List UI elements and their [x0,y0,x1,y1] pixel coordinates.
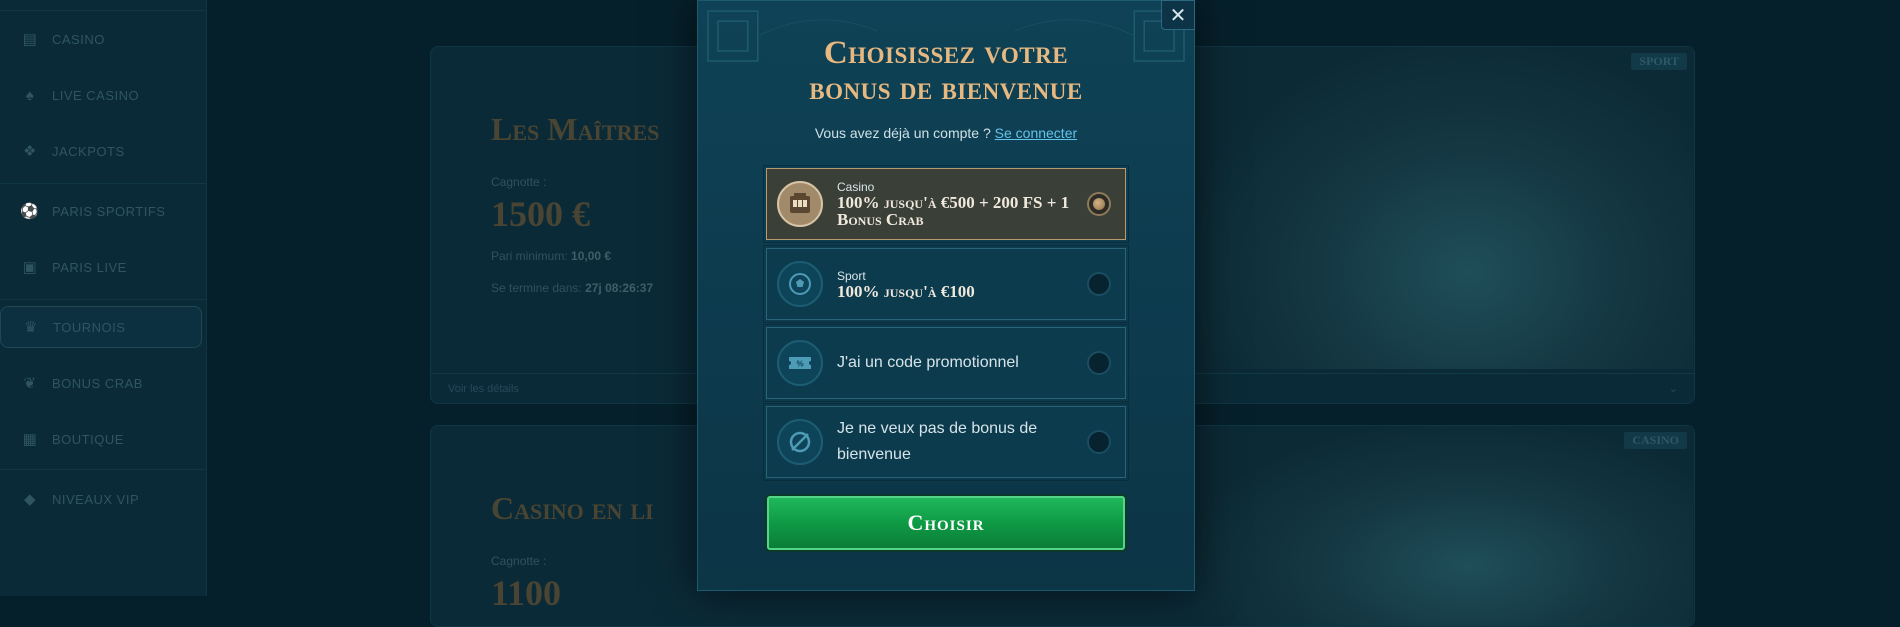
pot-value: 1100 [491,573,562,613]
sidebar-item-boutique[interactable]: ▦ BOUTIQUE [0,418,204,460]
sidebar-item-paris-sportifs[interactable]: ⚽ PARIS SPORTIFS [0,190,204,232]
tournament-title: Casino en li [491,490,654,526]
details-link-label: Voir les détails [448,383,519,395]
sidebar-item-label: NIVEAUX VIP [52,491,140,507]
promo-ticket-icon: % [777,340,823,386]
sidebar-divider [0,183,206,184]
slot-machine-icon [777,181,823,227]
live-tv-icon: ▣ [22,259,38,276]
min-bet-value: 10,00 € [571,249,612,263]
sidebar-item-label: BONUS CRAB [52,375,143,391]
chevron-down-icon: ⌄ [1668,383,1678,395]
option-text: J'ai un code promotionnel [837,350,1075,376]
option-radio[interactable] [1087,192,1111,216]
sidebar-item-label: PARIS LIVE [52,259,127,275]
option-text: Je ne veux pas de bonus de bienvenue [837,416,1065,468]
soccer-ball-icon [777,261,823,307]
ends-value: 27j 08:26:37 [585,281,654,295]
sidebar-divider [0,299,206,300]
sidebar-item-label: BOUTIQUE [52,431,124,447]
login-prompt-text: Vous avez déjà un compte ? [814,125,991,141]
bonus-option-sport[interactable]: Sport 100% jusqu'à €100 [763,245,1129,323]
sidebar-item-label: PARIS SPORTIFS [52,203,166,219]
min-bet: Pari minimum: 10,00 € [491,249,611,263]
close-icon: ✕ [1169,3,1187,27]
modal-title-line2: bonus de bienvenue [809,71,1083,107]
login-prompt-line: Vous avez déjà un compte ? Se connecter [698,125,1194,141]
live-casino-icon: ♠ [25,86,35,104]
option-label: 100% jusqu'à €100 [837,281,975,301]
sidebar-item-casino[interactable]: ▤ CASINO [0,18,204,60]
sidebar-divider [0,469,206,470]
sidebar: ▤ CASINO ♠ LIVE CASINO ❖ JACKPOTS ⚽ PARI… [0,0,207,596]
sidebar-item-niveaux-vip[interactable]: ◆ NIVEAUX VIP [0,478,204,520]
diamond-icon: ◆ [23,491,37,508]
choose-button[interactable]: Choisir [767,496,1125,550]
sidebar-item-live-casino[interactable]: ♠ LIVE CASINO [0,74,204,116]
no-bonus-icon [777,419,823,465]
sidebar-item-label: CASINO [52,31,105,47]
sidebar-item-paris-live[interactable]: ▣ PARIS LIVE [0,246,204,288]
soccer-ball-icon: ⚽ [20,203,40,220]
crab-claw-icon: ❦ [23,375,37,392]
ends-in: Se termine dans: 27j 08:26:37 [491,281,653,295]
modal-title-line1: Choisissez votre [823,35,1069,71]
pot-value: 1500 € [491,194,590,234]
option-category: Sport [837,268,866,283]
trophy-icon: ♛ [24,319,38,336]
shop-icon: ▦ [22,431,38,448]
option-radio[interactable] [1087,430,1111,454]
modal-title: Choisissez votre bonus de bienvenue [698,35,1194,107]
pot-label: Cagnotte : [491,175,547,189]
min-bet-label: Pari minimum: [491,249,568,263]
option-text: Sport 100% jusqu'à €100 [837,269,1075,300]
option-category: Casino [837,180,875,194]
ends-label: Se termine dans: [491,281,582,295]
option-label: Je ne veux pas de bonus de bienvenue [837,420,1038,463]
option-label: J'ai un code promotionnel [837,354,1019,371]
tournament-title: Les Maîtres [491,111,660,147]
option-radio[interactable] [1087,351,1111,375]
bonus-option-no-bonus[interactable]: Je ne veux pas de bonus de bienvenue [763,403,1129,481]
tournament-image: SPORT [1196,47,1693,369]
sidebar-item-jackpots[interactable]: ❖ JACKPOTS [0,130,204,172]
option-label: 100% jusqu'à €500 + 200 FS + 1 Bonus Cra… [837,193,1070,229]
svg-text:%: % [796,360,803,369]
bonus-option-promo-code[interactable]: % J'ai un code promotionnel [763,324,1129,402]
category-tag: SPORT [1631,53,1687,70]
option-radio[interactable] [1087,272,1111,296]
close-button[interactable]: ✕ [1161,0,1195,30]
slot-machine-icon: ▤ [22,31,38,48]
sidebar-item-bonus-crab[interactable]: ❦ BONUS CRAB [0,362,204,404]
sidebar-divider [0,10,206,11]
bonus-option-casino[interactable]: Casino 100% jusqu'à €500 + 200 FS + 1 Bo… [763,165,1129,243]
sidebar-item-label: JACKPOTS [52,143,125,159]
option-text: Casino 100% jusqu'à €500 + 200 FS + 1 Bo… [837,180,1075,228]
tournament-image: CASINO [1196,426,1693,626]
category-tag: CASINO [1624,432,1687,449]
jackpot-icon: ❖ [23,143,37,160]
login-link[interactable]: Se connecter [995,125,1078,141]
sidebar-item-label: TOURNOIS [53,319,126,335]
pot-label: Cagnotte : [491,554,547,568]
sidebar-item-label: LIVE CASINO [52,87,140,103]
sidebar-item-tournois[interactable]: ♛ TOURNOIS [0,306,202,348]
